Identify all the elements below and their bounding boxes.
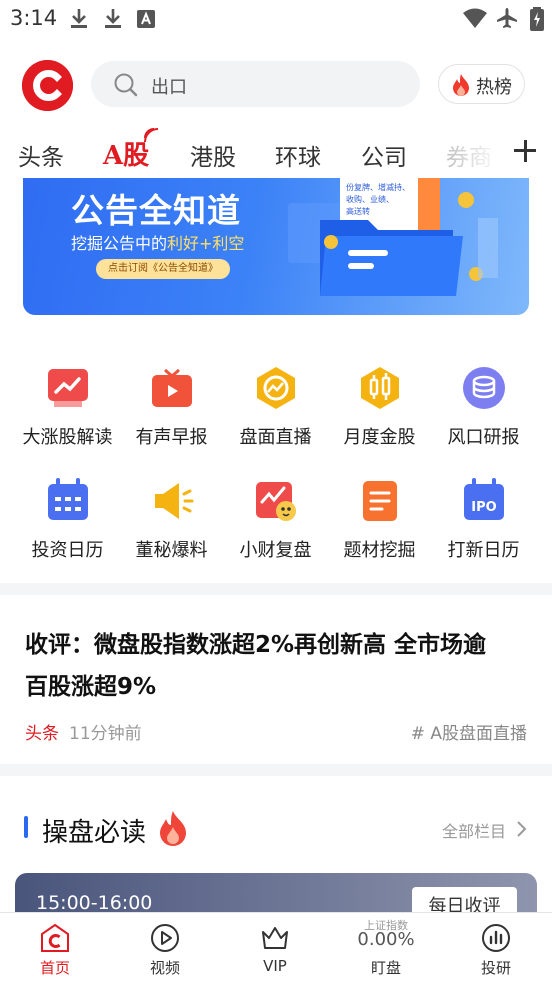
- grid-item-label: 盘面直播: [239, 427, 312, 448]
- article-time: 11分钟前: [69, 724, 142, 744]
- section-divider: [0, 583, 552, 595]
- svg-text:IPO: IPO: [471, 500, 496, 515]
- grid-item-theme-mining[interactable]: 题材挖掘: [327, 478, 432, 568]
- nav-research[interactable]: 投研: [441, 913, 551, 983]
- banner-tag-2: 收购、业绩、: [346, 194, 394, 204]
- grid-item-trend-reports[interactable]: 风口研报: [431, 365, 536, 455]
- tab-headlines[interactable]: 头条: [18, 138, 64, 172]
- card-time: 15:00-16:00: [36, 892, 153, 914]
- app-logo[interactable]: [22, 60, 73, 111]
- grid-item-investment-calendar[interactable]: 投资日历: [15, 478, 120, 568]
- search-icon: [114, 73, 138, 97]
- grid-item-label: 有声早报: [135, 427, 208, 448]
- live-chart-icon: [257, 367, 295, 409]
- tabs-fade-overlay: [430, 126, 510, 178]
- nav-home[interactable]: 首页: [0, 913, 110, 983]
- search-bar[interactable]: 出口: [91, 61, 420, 107]
- grid-item-ipo-calendar[interactable]: IPO 打新日历: [431, 478, 536, 568]
- grid-item-label: 打新日历: [447, 540, 520, 561]
- live-signal-icon: [144, 128, 159, 143]
- banner-tag-3: 高送转: [346, 206, 370, 216]
- grid-item-label: 风口研报: [447, 427, 520, 448]
- grid-item-daily-review[interactable]: 小财复盘: [223, 478, 328, 568]
- app-notification-icon: [137, 10, 155, 28]
- mascot-icon: [256, 482, 296, 521]
- index-value: 0.00%: [357, 929, 415, 950]
- search-placeholder: 出口: [151, 77, 187, 98]
- coins-icon: [463, 367, 505, 409]
- all-columns-link[interactable]: 全部栏目: [442, 818, 506, 842]
- bar-chart-circle-icon: [482, 924, 510, 952]
- grid-item-rising-stocks[interactable]: 大涨股解读: [15, 365, 120, 455]
- candlestick-icon: [361, 367, 399, 409]
- tab-global[interactable]: 环球: [275, 138, 321, 172]
- crown-icon: [262, 927, 288, 949]
- tab-companies[interactable]: 公司: [361, 138, 407, 172]
- grid-item-label: 题材挖掘: [343, 540, 416, 561]
- article-tag[interactable]: # A股盘面直播: [411, 719, 527, 744]
- home-c-icon: [41, 923, 69, 952]
- grid-item-monthly-picks[interactable]: 月度金股: [327, 365, 432, 455]
- flame-icon: [160, 811, 186, 846]
- status-time: 3:14: [10, 6, 58, 30]
- section-divider: [0, 764, 552, 776]
- nav-watch[interactable]: 上证指数 0.00% 盯盘: [331, 913, 441, 983]
- folder-illustration-icon: 份复牌、增减持、 收购、业绩、 高送转: [288, 178, 498, 296]
- grid-item-label: 董秘爆料: [135, 540, 208, 561]
- chevron-right-icon[interactable]: [514, 820, 528, 838]
- promo-banner[interactable]: 公告全知道 挖掘公告中的利好+利空 点击订阅《公告全知道》 份复牌、增减持、 收…: [23, 178, 529, 315]
- headline-article-title[interactable]: 收评：微盘股指数涨超2%再创新高 全市场逾 百股涨超9%: [25, 624, 525, 708]
- airplane-mode-icon: [497, 8, 517, 28]
- banner-subtitle: 挖掘公告中的利好+利空: [71, 234, 245, 253]
- megaphone-icon: [155, 483, 194, 519]
- chart-up-icon: [48, 369, 88, 407]
- status-bar: 3:14: [0, 0, 552, 38]
- logo-c-icon: [22, 60, 73, 111]
- tab-hk-stocks[interactable]: 港股: [190, 138, 236, 172]
- grid-item-label: 投资日历: [31, 540, 104, 561]
- nav-vip[interactable]: VIP: [220, 913, 330, 983]
- grid-item-market-live[interactable]: 盘面直播: [223, 365, 328, 455]
- section-title: 操盘必读: [42, 818, 147, 848]
- nav-video[interactable]: 视频: [110, 913, 220, 983]
- grid-item-label: 大涨股解读: [22, 427, 113, 448]
- section-accent-bar: [24, 816, 28, 838]
- grid-item-label: 月度金股: [343, 427, 416, 448]
- bottom-navigation: 首页 视频 VIP 上证指数 0.00% 盯盘 投研: [0, 912, 552, 983]
- play-icon: [151, 924, 179, 952]
- channel-tabs: 头条 A股 港股 环球 公司 券商: [0, 126, 552, 178]
- download-icon: [71, 9, 87, 28]
- download-icon: [105, 9, 121, 28]
- calendar-icon: [48, 478, 88, 520]
- flame-icon: [453, 74, 469, 96]
- grid-item-audio-briefing[interactable]: 有声早报: [119, 365, 224, 455]
- article-category: 头条: [25, 724, 59, 744]
- banner-subscribe-button[interactable]: 点击订阅《公告全知道》: [96, 259, 230, 279]
- grid-item-secretary-news[interactable]: 董秘爆料: [119, 478, 224, 568]
- wifi-icon: [463, 8, 487, 28]
- add-channel-icon[interactable]: [512, 138, 538, 164]
- ipo-calendar-icon: IPO: [464, 478, 504, 520]
- banner-title: 公告全知道: [71, 191, 241, 230]
- hot-list-label: 热榜: [476, 77, 512, 98]
- hot-list-button[interactable]: 热榜: [438, 64, 525, 104]
- article-meta: 头条 11分钟前 # A股盘面直播: [25, 719, 527, 744]
- document-icon: [363, 481, 397, 521]
- tv-icon: [152, 368, 192, 407]
- banner-tag-1: 份复牌、增减持、: [346, 182, 410, 192]
- battery-charging-icon: [530, 7, 544, 31]
- grid-item-label: 小财复盘: [239, 540, 312, 561]
